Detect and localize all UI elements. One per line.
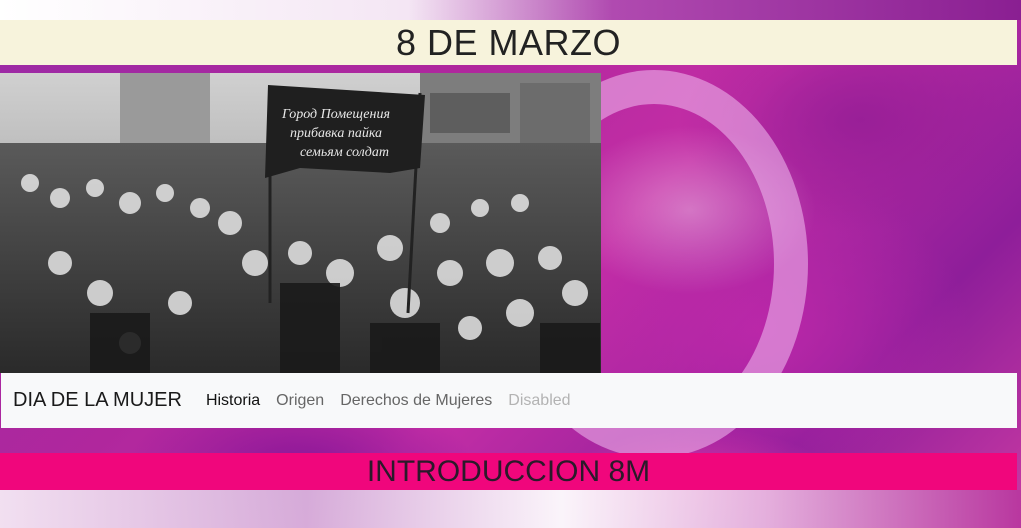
top-background-strip [0, 0, 1021, 20]
nav-link-derechos-de-mujeres[interactable]: Derechos de Mujeres [340, 392, 492, 410]
banner-text: Город Помещения [281, 107, 390, 122]
page-title: 8 DE MARZO [395, 21, 622, 63]
navbar-brand[interactable]: DIA DE LA MUJER [13, 389, 182, 412]
svg-text:прибавка пайка: прибавка пайка [290, 126, 382, 141]
svg-text:семьям солдат: семьям солдат [300, 145, 389, 160]
main-navbar: DIA DE LA MUJER Historia Origen Derechos… [1, 373, 1017, 428]
page: 8 DE MARZO Город Помещения прибавка пайк… [0, 0, 1021, 528]
section-bar: INTRODUCCION 8M [0, 453, 1017, 490]
historic-march-photo: Город Помещения прибавка пайка семьям со… [0, 73, 601, 373]
section-title: INTRODUCCION 8M [366, 454, 651, 488]
title-bar: 8 DE MARZO [0, 20, 1017, 65]
nav-link-historia[interactable]: Historia [206, 392, 260, 410]
bottom-background-strip [0, 490, 1021, 528]
nav-link-disabled: Disabled [508, 391, 571, 409]
nav-link-origen[interactable]: Origen [276, 392, 324, 410]
